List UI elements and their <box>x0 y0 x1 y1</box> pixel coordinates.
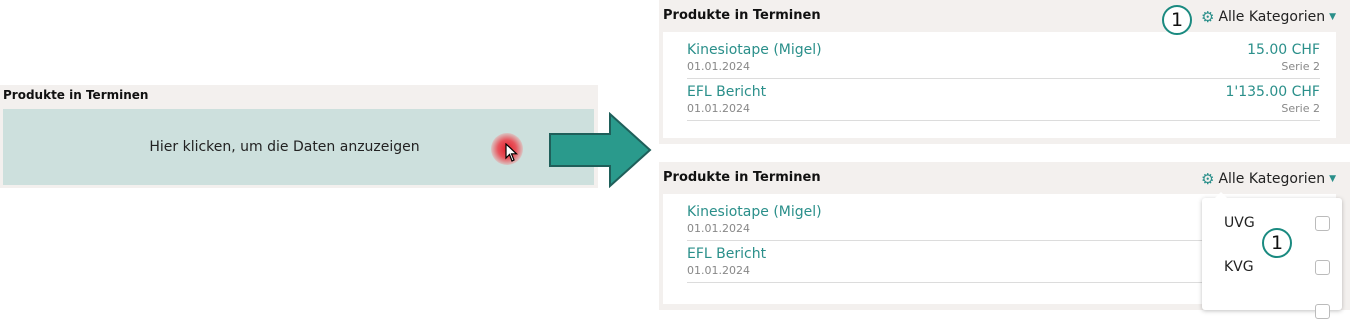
list-item[interactable]: EFL Bericht 01.01.2024 1'135.00 CHF Seri… <box>687 78 1320 121</box>
product-name[interactable]: Kinesiotape (Migel) <box>687 204 822 220</box>
gear-icon: ⚙ <box>1201 7 1215 26</box>
product-date: 01.01.2024 <box>687 60 750 73</box>
product-price[interactable]: 1'135.00 CHF <box>1225 84 1320 100</box>
products-panel-expanded: Produkte in Terminen ⚙ Alle Kategorien ▼… <box>659 0 1350 144</box>
product-date: 01.01.2024 <box>687 102 750 115</box>
category-filter-label: Alle Kategorien <box>1218 9 1326 25</box>
products-panel-collapsed: Produkte in Terminen Hier klicken, um di… <box>0 85 598 188</box>
panel-title: Produkte in Terminen <box>663 170 821 185</box>
mouse-pointer-icon <box>505 143 519 162</box>
category-option-label: UVG <box>1224 215 1255 231</box>
transition-arrow-icon <box>549 112 652 188</box>
callout-badge: 1 <box>1162 5 1192 35</box>
load-data-label: Hier klicken, um die Daten anzuzeigen <box>149 139 420 155</box>
product-price[interactable]: 15.00 CHF <box>1247 42 1320 58</box>
product-list: Kinesiotape (Migel) 01.01.2024 15.00 CHF… <box>663 32 1336 138</box>
category-filter-dropdown[interactable]: ⚙ Alle Kategorien ▼ <box>1201 9 1336 25</box>
product-series: Serie 2 <box>1281 102 1320 115</box>
category-filter-dropdown[interactable]: ⚙ Alle Kategorien ▼ <box>1201 171 1336 187</box>
product-name[interactable]: EFL Bericht <box>687 84 766 100</box>
product-date: 01.01.2024 <box>687 264 750 277</box>
list-item[interactable]: Kinesiotape (Migel) 01.01.2024 15.00 CHF… <box>687 36 1320 79</box>
callout-badge: 1 <box>1262 228 1292 258</box>
product-name[interactable]: Kinesiotape (Migel) <box>687 42 822 58</box>
category-checkbox[interactable] <box>1315 303 1330 319</box>
category-checkbox[interactable] <box>1315 259 1330 275</box>
panel-title: Produkte in Terminen <box>663 8 821 23</box>
chevron-down-icon: ▼ <box>1329 12 1336 22</box>
panel-title: Produkte in Terminen <box>3 88 149 102</box>
category-option-more[interactable] <box>1202 289 1342 333</box>
category-filter-label: Alle Kategorien <box>1218 171 1326 187</box>
product-date: 01.01.2024 <box>687 222 750 235</box>
product-name[interactable]: EFL Bericht <box>687 246 766 262</box>
chevron-down-icon: ▼ <box>1329 174 1336 184</box>
product-series: Serie 2 <box>1281 60 1320 73</box>
category-checkbox[interactable] <box>1315 215 1330 231</box>
category-option-label: KVG <box>1224 259 1254 275</box>
gear-icon: ⚙ <box>1201 169 1215 188</box>
